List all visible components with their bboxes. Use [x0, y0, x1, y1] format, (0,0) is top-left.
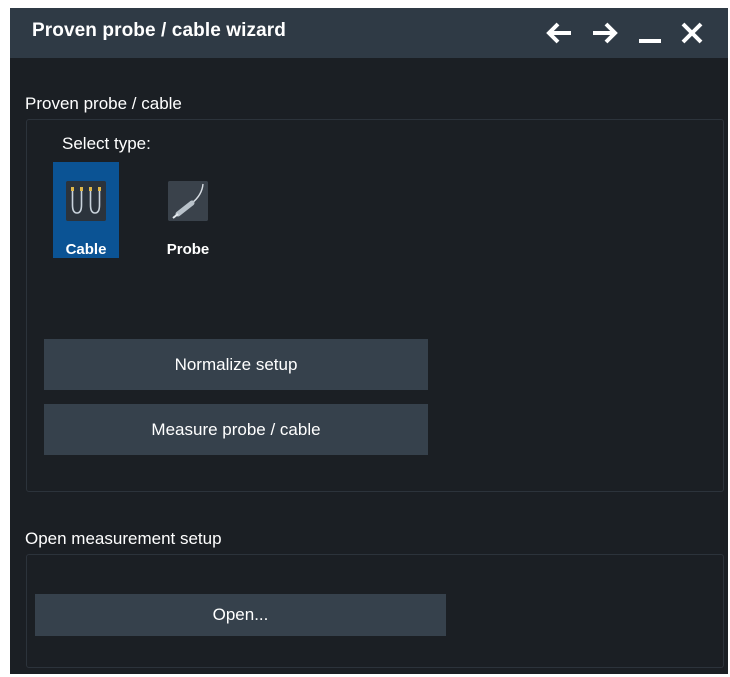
open-group: Open... — [26, 554, 724, 668]
open-section-label: Open measurement setup — [25, 529, 222, 548]
proven-section-label: Proven probe / cable — [25, 94, 182, 113]
probe-icon — [168, 181, 208, 221]
title-bar[interactable]: Proven probe / cable wizard — [10, 8, 728, 58]
window-title: Proven probe / cable wizard — [32, 20, 286, 41]
open-button[interactable]: Open... — [35, 594, 446, 636]
minimize-icon[interactable] — [636, 20, 664, 46]
open-button-label: Open... — [212, 605, 269, 624]
cable-icon — [66, 181, 106, 221]
type-cable-label: Cable — [65, 241, 107, 258]
proven-group: Select type: Cable Probe Normalize setup… — [26, 119, 724, 492]
type-cable-tile[interactable]: Cable — [53, 162, 119, 258]
wizard-window: Proven probe / cable wizard Proven probe… — [10, 8, 728, 674]
close-icon[interactable] — [678, 20, 706, 46]
type-probe-label: Probe — [166, 241, 210, 258]
measure-probe-cable-button[interactable]: Measure probe / cable — [44, 404, 428, 455]
arrow-left-icon[interactable] — [546, 20, 574, 46]
arrow-right-icon[interactable] — [590, 20, 618, 46]
normalize-setup-button[interactable]: Normalize setup — [44, 339, 428, 390]
type-probe-tile[interactable]: Probe — [155, 162, 221, 258]
select-type-label: Select type: — [62, 134, 151, 153]
normalize-setup-label: Normalize setup — [174, 355, 298, 374]
measure-probe-cable-label: Measure probe / cable — [151, 420, 321, 439]
